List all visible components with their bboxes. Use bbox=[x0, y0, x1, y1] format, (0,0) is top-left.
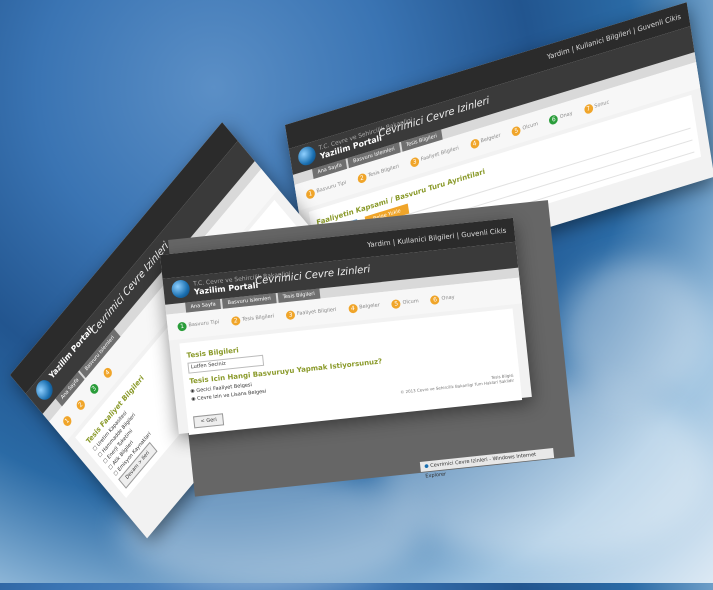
step[interactable]: 2 bbox=[74, 397, 87, 412]
cloud bbox=[560, 260, 710, 400]
ie-icon: ● bbox=[424, 463, 430, 470]
step[interactable]: 1 bbox=[61, 413, 73, 428]
step[interactable]: 1 Basvuru Tipi bbox=[305, 178, 347, 200]
globe-logo-icon bbox=[170, 279, 191, 299]
step[interactable]: 4 Belgeler bbox=[347, 301, 380, 314]
step[interactable]: 4 Belgeler bbox=[469, 131, 502, 150]
step[interactable]: 5 Olcum bbox=[391, 297, 419, 309]
step[interactable]: 3 bbox=[88, 381, 100, 396]
step[interactable]: 5 Olcum bbox=[511, 120, 538, 137]
step[interactable]: 2 Tesis Bilgileri bbox=[230, 312, 275, 326]
step[interactable]: 4 bbox=[101, 365, 114, 380]
globe-logo-icon bbox=[296, 144, 317, 168]
front-window: Yardim | Kullanici Bilgileri | Guvenli C… bbox=[160, 217, 532, 435]
step[interactable]: 7 Sonuc bbox=[583, 98, 610, 115]
step[interactable]: 6 Onay bbox=[430, 293, 455, 305]
step[interactable]: 1 Basvuru Tipi bbox=[177, 318, 220, 332]
step[interactable]: 3 Faaliyet Bilgileri bbox=[285, 305, 337, 320]
step[interactable]: 6 Onay bbox=[548, 109, 574, 125]
app-title: Cevrimici Cevre Izinleri bbox=[254, 264, 371, 288]
step[interactable]: 2 Tesis Bilgileri bbox=[356, 162, 400, 184]
back-button[interactable]: < Geri bbox=[193, 413, 225, 429]
